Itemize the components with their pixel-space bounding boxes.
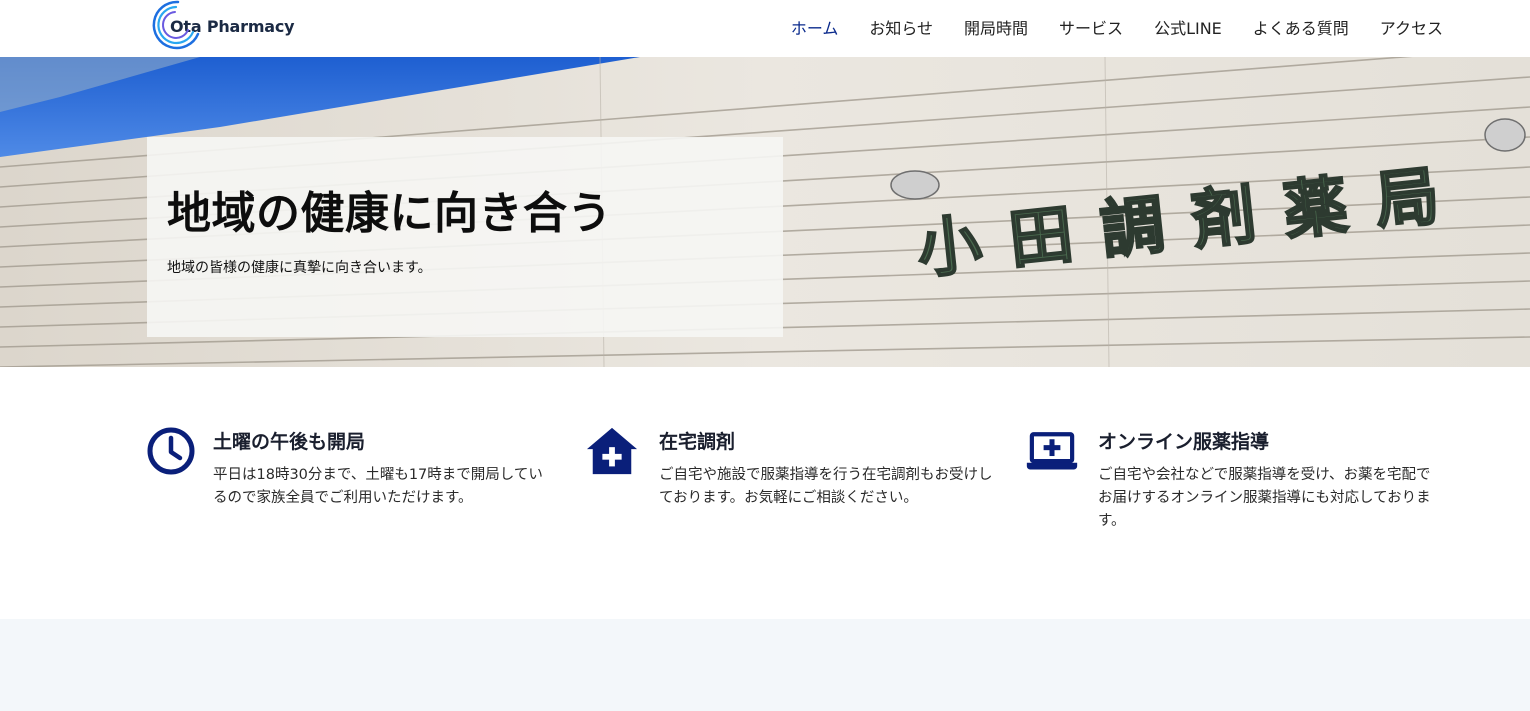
home-medical-icon	[586, 427, 638, 475]
clock-icon	[147, 427, 195, 475]
nav-news[interactable]: お知らせ	[869, 15, 933, 39]
feature-title: 在宅調剤	[659, 431, 736, 453]
main-nav: ホーム お知らせ 開局時間 サービス 公式LINE よくある質問 アクセス	[791, 0, 1443, 54]
hero-subtitle: 地域の皆様の健康に真摯に向き合います。	[167, 260, 432, 276]
hero-banner: 小田調剤薬局 地域の健康に向き合う 地域の皆様の健康に真摯に向き合います。	[0, 57, 1530, 367]
nav-services[interactable]: サービス	[1059, 15, 1123, 39]
feature-title: オンライン服薬指導	[1098, 431, 1270, 453]
nav-line[interactable]: 公式LINE	[1154, 15, 1222, 39]
nav-home[interactable]: ホーム	[791, 15, 839, 39]
site-header: Ota Pharmacy ホーム お知らせ 開局時間 サービス 公式LINE よ…	[0, 0, 1530, 57]
laptop-medical-icon	[1026, 432, 1078, 470]
feature-saturday-hours: 土曜の午後も開局 平日は18時30分まで、土曜も17時まで開局しているので家族全…	[145, 425, 553, 510]
nav-access[interactable]: アクセス	[1380, 15, 1443, 39]
features-section: 土曜の午後も開局 平日は18時30分まで、土曜も17時まで開局しているので家族全…	[0, 367, 1530, 619]
feature-body: ご自宅や施設で服薬指導を行う在宅調剤もお受けしております。お気軽にご相談ください…	[659, 467, 993, 506]
feature-body: 平日は18時30分まで、土曜も17時まで開局しているので家族全員でご利用いただけ…	[213, 467, 543, 506]
feature-body: ご自宅や会社などで服薬指導を受け、お薬を宅配でお届けするオンライン服薬指導にも対…	[1098, 467, 1431, 529]
feature-online-guidance: オンライン服薬指導 ご自宅や会社などで服薬指導を受け、お薬を宅配でお届けするオン…	[1026, 425, 1433, 533]
feature-title: 土曜の午後も開局	[213, 431, 366, 453]
hero-card: 地域の健康に向き合う 地域の皆様の健康に真摯に向き合います。	[147, 137, 783, 337]
nav-faq[interactable]: よくある質問	[1253, 15, 1349, 39]
logo-ring-icon	[152, 0, 200, 49]
lower-section	[0, 619, 1530, 711]
hero-title: 地域の健康に向き合う	[167, 188, 612, 239]
nav-hours[interactable]: 開局時間	[964, 15, 1028, 39]
logo[interactable]: Ota Pharmacy	[148, 0, 295, 55]
feature-home-dispensing: 在宅調剤 ご自宅や施設で服薬指導を行う在宅調剤もお受けしております。お気軽にご相…	[586, 425, 994, 510]
